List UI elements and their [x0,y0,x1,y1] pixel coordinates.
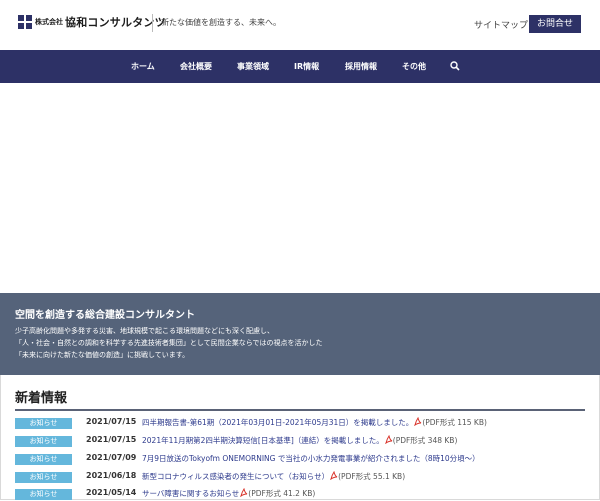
news-item: お知らせ 2021/07/09 7月9日放送のTokyofm ONEMORNIN… [15,452,585,466]
news-date: 2021/07/15 [86,417,137,426]
news-item: お知らせ 2021/05/14 サーバ障害に関するお知らせ (PDF形式 41.2… [15,487,585,501]
news-link[interactable]: 四半期報告書-第61期（2021年03月01日-2021年05月31日）を掲載し… [142,418,413,427]
pdf-size: (PDF形式 55.1 KB) [338,472,406,481]
news-badge: お知らせ [15,454,72,465]
news-date: 2021/06/18 [86,471,137,480]
pdf-icon [330,471,338,480]
news-item: お知らせ 2021/07/15 2021年11月期第2四半期決算短信[日本基準]… [15,434,585,448]
news-heading: 新着情報 [15,391,68,406]
banner-line-3: 「未来に向けた新たな価値の創造」に挑戦しています。 [15,351,190,359]
contact-button[interactable]: お問合せ [529,15,581,33]
nav-item-recruit[interactable]: 採用情報 [345,50,377,83]
news-badge: お知らせ [15,489,72,500]
pdf-icon [384,435,393,444]
news-text: 7月9日放送のTokyofm ONEMORNING で当社の小水力発電事業が紹介… [142,453,480,464]
news-text: 新型コロナウィルス感染者の発生について（お知らせ） (PDF形式 55.1 KB) [142,471,405,482]
news-date: 2021/05/14 [86,488,137,497]
news-badge: お知らせ [15,418,72,429]
nav-item-other[interactable]: その他 [402,50,426,83]
news-link[interactable]: 新型コロナウィルス感染者の発生について（お知らせ） [142,472,329,481]
banner-line-2: 「人・社会・自然との調和を科学する先進技術者集団」として民間企業ならではの視点を… [15,339,323,347]
news-text: 2021年11月期第2四半期決算短信[日本基準]（連結）を掲載しました。 (PDF… [142,435,457,446]
search-icon[interactable] [450,61,460,71]
sitemap-link[interactable]: サイトマップ [474,18,528,31]
banner-line-1: 少子高齢化問題や多発する災害、地球規模で起こる環境問題などにも深く配慮し、 [15,327,274,335]
hero-image [0,83,600,293]
tagline-banner: 空間を創造する総合建設コンサルタント 少子高齢化問題や多発する災害、地球規模で起… [0,293,600,375]
main-nav: ホーム 会社概要 事業領域 IR情報 採用情報 その他 [0,50,600,83]
news-item: お知らせ 2021/07/15 四半期報告書-第61期（2021年03月01日-… [15,416,585,430]
pdf-size: (PDF形式 348 KB) [392,436,458,445]
site-logo[interactable]: 株式会社 協和コンサルタンツ [18,14,166,30]
nav-item-company[interactable]: 会社概要 [180,50,212,83]
tagline-divider [152,14,153,32]
pdf-size: (PDF形式 115 KB) [422,418,487,427]
news-badge: お知らせ [15,436,72,447]
news-date: 2021/07/15 [86,435,137,444]
nav-item-home[interactable]: ホーム [131,50,155,83]
tagline: 新たな価値を創造する、未来へ。 [161,18,281,27]
banner-title: 空間を創造する総合建設コンサルタント [15,310,195,321]
nav-item-ir[interactable]: IR情報 [294,50,319,83]
news-badge: お知らせ [15,472,72,483]
news-text: 四半期報告書-第61期（2021年03月01日-2021年05月31日）を掲載し… [142,417,487,428]
news-link[interactable]: サーバ障害に関するお知らせ [142,489,239,498]
logo-prefix: 株式会社 [35,18,63,26]
logo-mark-icon [18,15,32,29]
news-divider [15,409,585,411]
nav-item-business[interactable]: 事業領域 [237,50,269,83]
news-link[interactable]: 7月9日放送のTokyofm ONEMORNING で当社の小水力発電事業が紹介… [142,454,480,463]
logo-name: 協和コンサルタンツ [65,16,166,29]
news-item: お知らせ 2021/06/18 新型コロナウィルス感染者の発生について（お知らせ… [15,470,585,484]
site-header: 株式会社 協和コンサルタンツ 新たな価値を創造する、未来へ。 サイトマップ お問… [0,0,600,50]
news-link[interactable]: 2021年11月期第2四半期決算短信[日本基準]（連結）を掲載しました。 [142,436,384,445]
pdf-size: (PDF形式 41.2 KB) [248,489,316,498]
news-text: サーバ障害に関するお知らせ (PDF形式 41.2 KB) [142,488,315,499]
news-date: 2021/07/09 [86,453,137,462]
